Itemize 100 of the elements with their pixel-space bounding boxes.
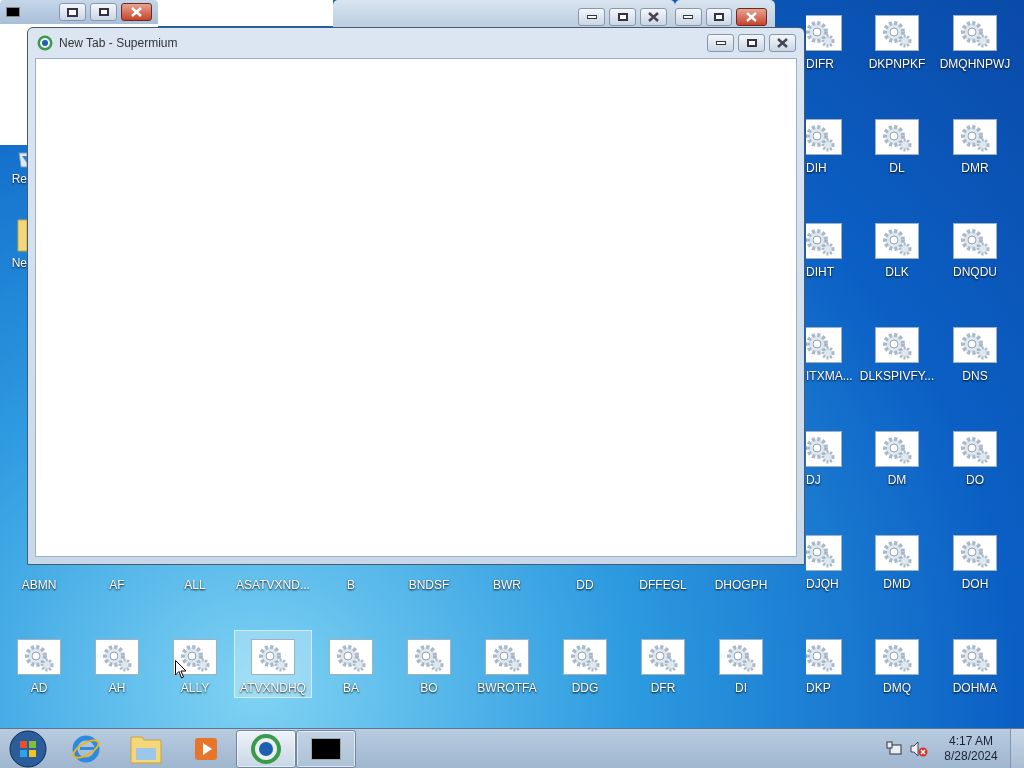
desktop-shortcut[interactable]: DNQDU xyxy=(936,214,1014,282)
browser-globe-icon xyxy=(250,732,282,765)
desktop-shortcut[interactable]: DKPNPKF xyxy=(858,6,936,74)
desktop-shortcut-label[interactable]: B xyxy=(345,578,357,592)
gear-window-icon xyxy=(95,639,139,675)
restore-icon xyxy=(67,7,78,17)
gear-window-icon xyxy=(806,431,842,467)
desktop-shortcut[interactable]: BWROTFA xyxy=(468,630,546,698)
minimize-icon xyxy=(715,41,726,45)
desktop-shortcut[interactable]: Re xyxy=(0,152,27,186)
mouse-cursor-icon xyxy=(175,660,187,679)
console-icon xyxy=(6,7,20,17)
maximize-button[interactable] xyxy=(705,8,732,26)
gear-window-icon xyxy=(251,639,295,675)
gear-window-icon xyxy=(329,639,373,675)
gear-window-icon xyxy=(953,535,997,571)
gear-window-icon xyxy=(407,639,451,675)
gear-window-icon xyxy=(806,639,842,675)
folder-icon xyxy=(130,733,162,764)
desktop-shortcut[interactable]: DL xyxy=(858,110,936,178)
network-icon xyxy=(886,740,902,757)
gear-window-icon xyxy=(806,535,842,571)
desktop-shortcut[interactable]: DMR xyxy=(936,110,1014,178)
maximize-icon xyxy=(98,8,109,16)
gear-window-icon xyxy=(806,15,842,51)
gear-window-icon xyxy=(806,119,842,155)
gear-window-icon xyxy=(953,15,997,51)
gear-window-icon xyxy=(875,327,919,363)
restore-button[interactable] xyxy=(59,3,86,21)
maximize-button[interactable] xyxy=(609,8,636,26)
desktop-shortcut-label[interactable]: BWR xyxy=(491,578,523,592)
desktop-shortcut[interactable]: DMQHNPWJ xyxy=(936,6,1014,74)
gear-window-icon xyxy=(806,223,842,259)
desktop-shortcut-label[interactable]: ABMN xyxy=(19,578,59,592)
browser-e-icon xyxy=(71,733,101,764)
maximize-icon xyxy=(617,13,628,21)
gear-window-icon xyxy=(173,639,217,675)
gear-window-icon xyxy=(875,223,919,259)
desktop-shortcut[interactable]: DMQ xyxy=(858,630,936,698)
window-title: New Tab - Supermium xyxy=(59,35,178,52)
desktop-shortcut-label[interactable]: DD xyxy=(574,578,596,592)
clock-date: 8/28/2024 xyxy=(944,748,998,764)
desktop-shortcut[interactable]: DFR xyxy=(624,630,702,698)
desktop-shortcut[interactable]: DMD xyxy=(858,526,936,594)
gear-window-icon xyxy=(641,639,685,675)
desktop-shortcut[interactable]: DNS xyxy=(936,318,1014,386)
desktop-shortcut[interactable]: DKP xyxy=(805,630,858,698)
gear-window-icon xyxy=(806,327,842,363)
desktop-shortcut[interactable]: DDG xyxy=(546,630,624,698)
maximize-icon xyxy=(746,39,757,47)
desktop-shortcut[interactable]: DO xyxy=(936,422,1014,490)
close-icon xyxy=(648,12,659,22)
minimize-button[interactable] xyxy=(675,8,702,26)
desktop-shortcut[interactable]: Ne xyxy=(0,216,27,270)
gear-window-icon xyxy=(719,639,763,675)
desktop-shortcut[interactable]: DLKSPIVFY... xyxy=(858,318,936,386)
minimize-button[interactable] xyxy=(578,8,605,26)
desktop-shortcut-label[interactable]: DHOGPH xyxy=(712,578,770,592)
gear-window-icon xyxy=(953,327,997,363)
minimize-icon xyxy=(683,15,694,19)
minimize-button[interactable] xyxy=(707,34,734,52)
recycle-bin-icon xyxy=(17,152,27,168)
taskbar-button[interactable] xyxy=(296,729,356,768)
gear-window-icon xyxy=(953,223,997,259)
gear-window-icon xyxy=(485,639,529,675)
start-orb-icon xyxy=(9,729,47,768)
gear-window-icon xyxy=(563,639,607,675)
gear-window-icon xyxy=(953,431,997,467)
gear-window-icon xyxy=(17,639,61,675)
maximize-button[interactable] xyxy=(738,34,765,52)
gear-window-icon xyxy=(953,119,997,155)
browser-globe-icon xyxy=(37,35,53,51)
minimize-icon xyxy=(586,15,597,19)
maximize-icon xyxy=(713,13,724,21)
maximize-button[interactable] xyxy=(90,3,117,21)
show-desktop-button[interactable] xyxy=(1010,728,1024,768)
close-button[interactable] xyxy=(640,8,667,26)
gear-window-icon xyxy=(953,639,997,675)
close-button[interactable] xyxy=(769,34,796,52)
desktop-shortcut[interactable]: BO xyxy=(390,630,468,698)
desktop-shortcut[interactable]: AD xyxy=(0,630,78,698)
close-icon xyxy=(131,7,142,17)
console-icon xyxy=(311,737,341,760)
desktop-shortcut[interactable]: DLK xyxy=(858,214,936,282)
desktop-shortcut[interactable]: DM xyxy=(858,422,936,490)
gear-window-icon xyxy=(875,639,919,675)
close-button[interactable] xyxy=(121,3,152,21)
desktop-shortcut[interactable]: DOH xyxy=(936,526,1014,594)
taskbar-button[interactable] xyxy=(236,729,296,768)
gear-window-icon xyxy=(875,431,919,467)
desktop-shortcut-label[interactable]: DFFEGL xyxy=(637,578,689,592)
close-icon xyxy=(777,38,788,48)
desktop-shortcut-label[interactable]: AF xyxy=(107,578,127,592)
desktop-shortcut[interactable]: DI xyxy=(702,630,780,698)
gear-window-icon xyxy=(875,15,919,51)
gear-window-icon xyxy=(875,535,919,571)
close-icon xyxy=(746,12,757,22)
close-button[interactable] xyxy=(736,8,767,26)
desktop-shortcut-label[interactable]: BNDSF xyxy=(406,578,452,592)
desktop-shortcut[interactable]: DOHMA xyxy=(936,630,1014,698)
